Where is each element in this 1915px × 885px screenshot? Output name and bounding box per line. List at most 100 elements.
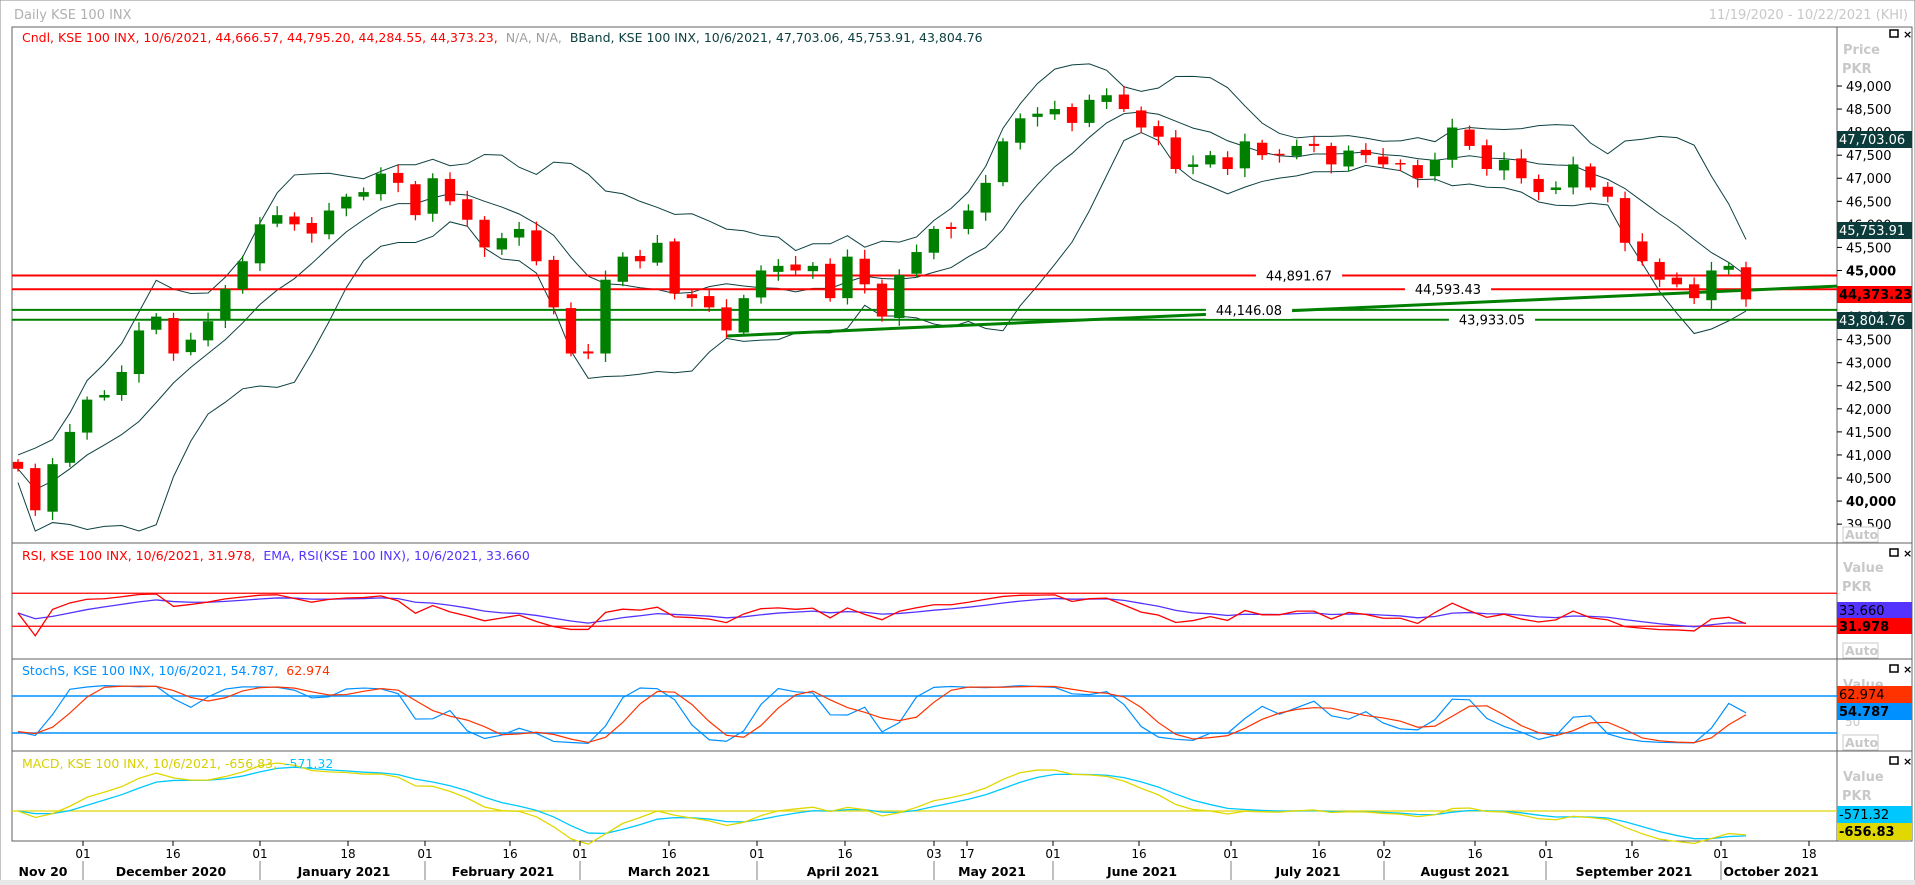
candle-body [1533, 178, 1544, 193]
candle-body [1015, 118, 1026, 143]
candle-body [444, 178, 456, 202]
signal-value: -571.32 [1839, 808, 1889, 823]
candle [600, 270, 611, 362]
candle-body [81, 399, 93, 433]
candle-body [47, 464, 58, 512]
candle [1585, 163, 1596, 191]
date-tick-label: 16 [1311, 847, 1326, 861]
candle-body [1256, 142, 1268, 156]
candle-body [842, 256, 853, 299]
month-label: October 2021 [1723, 864, 1818, 879]
candle [47, 458, 58, 521]
candle-body [1637, 241, 1648, 262]
candle-body [1550, 187, 1562, 191]
candle [997, 138, 1009, 187]
date-tick-label: 01 [252, 847, 267, 861]
close-icon[interactable]: × [1903, 28, 1912, 41]
month-label: April 2021 [807, 864, 880, 879]
candle-body [375, 173, 387, 195]
level-label: 44,146.08 [1216, 304, 1282, 319]
candle-body [928, 228, 940, 253]
maximize-icon[interactable] [1889, 548, 1899, 557]
date-tick-label: 17 [959, 847, 974, 861]
candle-body [1084, 99, 1095, 123]
date-tick-label: 01 [75, 847, 90, 861]
chart-window: Daily KSE 100 INX 11/19/2020 - 10/22/202… [0, 0, 1915, 885]
candle-body [1032, 113, 1043, 117]
month-label: March 2021 [628, 864, 711, 879]
candle-body [1464, 129, 1475, 146]
candle [237, 255, 248, 294]
price-tick-label: 41,000 [1846, 449, 1892, 464]
rsi-axis-title: Value [1843, 561, 1884, 576]
candle-body [427, 178, 438, 214]
candle-body [151, 316, 162, 330]
price-tick-label: 47,500 [1846, 149, 1892, 164]
month-label: December 2020 [116, 864, 227, 879]
candle-body [945, 226, 957, 229]
bottom-bar [0, 880, 1915, 885]
macd-legend-macd: MACD, KSE 100 INX, 10/6/2021, -656.83, [22, 756, 277, 771]
candle [254, 217, 266, 271]
stoch-legend-k: StochS, KSE 100 INX, 10/6/2021, 54.787, [22, 663, 278, 678]
date-tick-label: 18 [1801, 847, 1816, 861]
candle [548, 255, 559, 315]
maximize-icon[interactable] [1889, 29, 1899, 38]
candle-body [64, 431, 76, 463]
month-label: August 2021 [1421, 864, 1510, 879]
price-tick-label: 47,000 [1846, 172, 1892, 187]
date-tick-label: 01 [749, 847, 764, 861]
rsi-axis-unit: PKR [1842, 580, 1872, 595]
candle-body [669, 241, 680, 294]
candle-body [1101, 95, 1112, 102]
candle-body [652, 242, 663, 263]
candle-body [894, 275, 905, 318]
candle-body [807, 265, 819, 272]
close-icon[interactable]: × [1903, 755, 1912, 768]
candle-body [911, 252, 922, 274]
candle-body [790, 264, 801, 271]
candle-body [116, 371, 127, 396]
candle-body [963, 210, 974, 229]
candle-body [1066, 106, 1078, 123]
price-tick-label: 46,500 [1846, 195, 1892, 210]
price-axis-title: Price [1843, 43, 1880, 58]
auto-scale-label: Auto [1845, 735, 1879, 750]
price-tick-label: 45,000 [1846, 264, 1896, 279]
bb-upper-value: 47,703.06 [1839, 133, 1905, 148]
candle-body [1136, 110, 1147, 128]
candle-body [997, 141, 1009, 183]
candle-body [876, 283, 888, 317]
date-tick-label: 03 [926, 847, 941, 861]
candle-body [1326, 145, 1337, 165]
candle-body [1395, 163, 1406, 165]
candle-body [1412, 165, 1423, 179]
candle-legend: Cndl, KSE 100 INX, 10/6/2021, 44,666.57,… [22, 30, 498, 45]
close-icon[interactable]: × [1903, 663, 1912, 676]
macd-legend-signal: -571.32 [285, 756, 333, 771]
candle-body [12, 461, 24, 469]
date-tick-label: 16 [1131, 847, 1146, 861]
candle-body [1291, 145, 1302, 156]
candle [1619, 191, 1631, 252]
candle [876, 279, 888, 322]
rsi-legend: RSI, KSE 100 INX, 10/6/2021, 31.978, EMA… [22, 548, 530, 563]
close-icon[interactable]: × [1903, 547, 1912, 560]
month-label: September 2021 [1576, 864, 1693, 879]
price-tick-label: 40,000 [1846, 495, 1896, 510]
candle-body [99, 395, 110, 398]
candle-body [773, 265, 784, 272]
candle-body [479, 219, 490, 248]
maximize-icon[interactable] [1889, 756, 1899, 765]
month-label: May 2021 [958, 864, 1026, 879]
candle-body [600, 279, 611, 354]
candle-body [686, 294, 698, 299]
level-label: 44,593.43 [1415, 283, 1481, 298]
candle-body [1706, 270, 1717, 301]
price-tick-label: 42,500 [1846, 380, 1892, 395]
stoch-k-value: 54.787 [1839, 705, 1889, 720]
maximize-icon[interactable] [1889, 664, 1899, 673]
candle-body [341, 196, 352, 209]
month-label: Nov 20 [19, 864, 68, 879]
candle-body [1619, 198, 1631, 243]
